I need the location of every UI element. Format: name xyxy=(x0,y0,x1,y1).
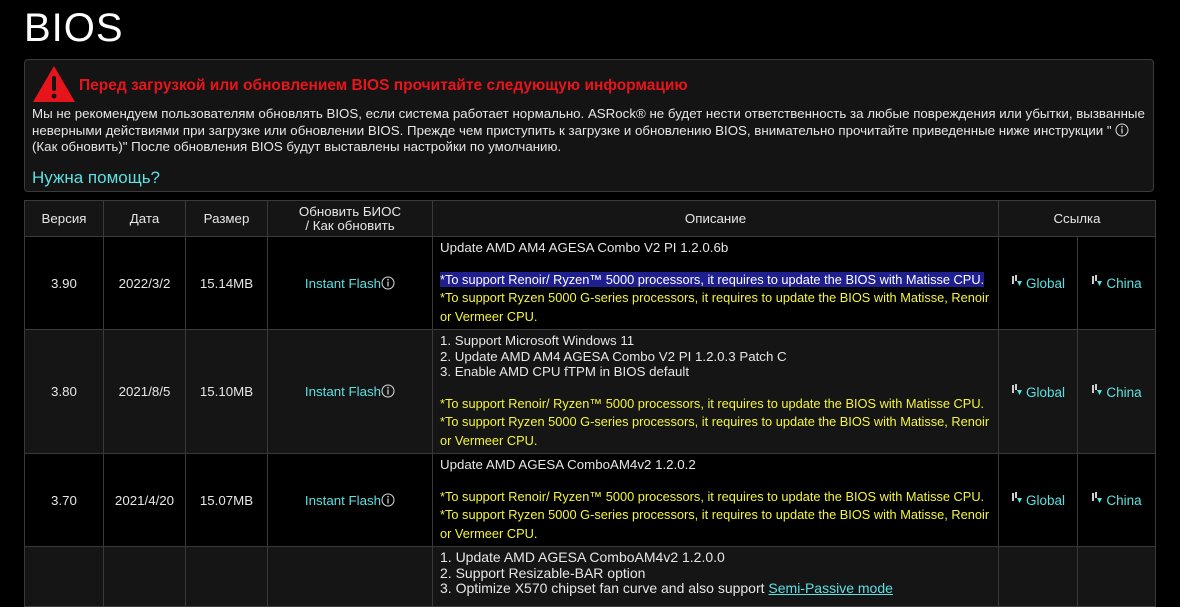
global-cell: Global xyxy=(998,329,1078,454)
description-cell: Update AMD AM4 AGESA Combo V2 PI 1.2.0.6… xyxy=(432,236,999,330)
description-line: 1. Update AMD AGESA ComboAM4v2 1.2.0.0 xyxy=(440,549,725,565)
description-cell: 1. Update AMD AGESA ComboAM4v2 1.2.0.0 2.… xyxy=(432,546,999,607)
date-cell: 2021/4/20 xyxy=(103,453,186,547)
update-cell xyxy=(267,546,433,607)
download-icon xyxy=(1092,275,1103,286)
support-note-text: *To support Ryzen 5000 G-series processo… xyxy=(440,290,990,324)
info-icon[interactable] xyxy=(1115,123,1129,137)
table-row: 1. Update AMD AGESA ComboAM4v2 1.2.0.0 2.… xyxy=(24,546,1156,607)
table-row: 3.90 2022/3/2 15.14MB Instant Flash Upda… xyxy=(24,236,1156,330)
header-version: Версия xyxy=(24,200,104,237)
download-china-link[interactable]: China xyxy=(1106,276,1141,291)
description-line: Update AMD AM4 AGESA Combo V2 PI 1.2.0.6… xyxy=(440,240,729,255)
description-cell: Update AMD AGESA ComboAM4v2 1.2.0.2 *To s… xyxy=(432,453,999,547)
description-line: 1. Support Microsoft Windows 11 xyxy=(440,333,635,348)
global-cell xyxy=(998,546,1078,607)
download-china-link[interactable]: China xyxy=(1106,493,1141,508)
support-note-text: *To support Renoir/ Ryzen™ 5000 processo… xyxy=(440,488,985,504)
download-icon xyxy=(1011,275,1022,286)
warning-text-part: Мы не рекомендуем пользователям обновлят… xyxy=(32,106,1145,138)
table-row: 3.80 2021/8/5 15.10MB Instant Flash 1. S… xyxy=(24,329,1156,454)
china-cell: China xyxy=(1077,329,1156,454)
support-note: *To support Renoir/ Ryzen™ 5000 processo… xyxy=(440,271,991,290)
support-note: *To support Renoir/ Ryzen™ 5000 processo… xyxy=(440,395,991,414)
support-note-text: *To support Ryzen 5000 G-series processo… xyxy=(440,414,990,448)
date-cell: 2022/3/2 xyxy=(103,236,186,330)
support-note-text: *To support Ryzen 5000 G-series processo… xyxy=(440,507,990,541)
download-icon xyxy=(1092,492,1103,503)
size-cell: 15.14MB xyxy=(185,236,268,330)
version-cell: 3.70 xyxy=(24,453,104,547)
header-update-line2: / Как обновить xyxy=(305,217,395,233)
description-line: 2. Support Resizable-BAR option xyxy=(440,564,646,581)
support-note: *To support Ryzen 5000 G-series processo… xyxy=(440,506,991,543)
info-icon[interactable] xyxy=(381,384,395,398)
description-line: 3. Optimize X570 chipset fan curve and a… xyxy=(440,580,769,596)
download-china-link[interactable]: China xyxy=(1106,385,1141,400)
size-cell: 15.10MB xyxy=(185,329,268,454)
warning-triangle-icon xyxy=(33,66,75,102)
size-cell xyxy=(185,546,268,607)
info-icon[interactable] xyxy=(381,493,395,507)
header-description: Описание xyxy=(432,200,999,237)
header-link: Ссылка xyxy=(998,200,1156,237)
header-update-line1: Обновить БИОС xyxy=(298,203,402,219)
version-cell: 3.90 xyxy=(24,236,104,330)
global-cell: Global xyxy=(998,236,1078,330)
version-cell: 3.80 xyxy=(24,329,104,454)
semi-passive-mode-link[interactable]: Semi-Passive mode xyxy=(768,580,893,596)
support-note-text: *To support Renoir/ Ryzen™ 5000 processo… xyxy=(440,395,985,411)
warning-text: Мы не рекомендуем пользователям обновлят… xyxy=(32,106,1147,156)
download-global-link[interactable]: Global xyxy=(1026,493,1065,508)
support-note: *To support Ryzen 5000 G-series processo… xyxy=(440,289,991,326)
date-cell: 2021/8/5 xyxy=(103,329,186,454)
bios-table: Версия Дата Размер Обновить БИОС / Как об… xyxy=(24,200,1156,607)
global-cell: Global xyxy=(998,453,1078,547)
download-global-link[interactable]: Global xyxy=(1026,276,1065,291)
version-cell xyxy=(24,546,104,607)
update-cell: Instant Flash xyxy=(267,329,433,454)
need-help-link[interactable]: Нужна помощь? xyxy=(32,168,160,188)
description-line: 2. Update AMD AM4 AGESA Combo V2 PI 1.2.… xyxy=(440,348,787,364)
instant-flash-link[interactable]: Instant Flash xyxy=(305,276,381,291)
support-note-text: *To support Renoir/ Ryzen™ 5000 processo… xyxy=(440,271,985,287)
table-row: 3.70 2021/4/20 15.07MB Instant Flash Upd… xyxy=(24,453,1156,547)
description-line: Update AMD AGESA ComboAM4v2 1.2.0.2 xyxy=(440,457,696,472)
page-title: BIOS xyxy=(24,6,124,50)
china-cell: China xyxy=(1077,236,1156,330)
bios-warning-notice: Перед загрузкой или обновлением BIOS про… xyxy=(24,59,1154,192)
support-note: *To support Renoir/ Ryzen™ 5000 processo… xyxy=(440,488,991,507)
download-icon xyxy=(1011,383,1022,395)
update-cell: Instant Flash xyxy=(267,453,433,547)
update-cell: Instant Flash xyxy=(267,236,433,330)
download-icon xyxy=(1011,492,1022,503)
header-size: Размер xyxy=(185,200,268,237)
header-update: Обновить БИОС / Как обновить xyxy=(267,200,433,237)
china-cell: China xyxy=(1077,453,1156,547)
china-cell xyxy=(1077,546,1156,607)
warning-title: Перед загрузкой или обновлением BIOS про… xyxy=(79,77,688,94)
header-date: Дата xyxy=(103,200,186,237)
instant-flash-link[interactable]: Instant Flash xyxy=(305,384,381,399)
download-global-link[interactable]: Global xyxy=(1026,385,1065,400)
download-icon xyxy=(1092,383,1103,395)
description-line: 3. Enable AMD CPU fTPM in BIOS default xyxy=(440,364,690,379)
size-cell: 15.07MB xyxy=(185,453,268,547)
description-cell: 1. Support Microsoft Windows 11 2. Update… xyxy=(432,329,999,454)
info-icon[interactable] xyxy=(381,276,395,290)
date-cell xyxy=(103,546,186,607)
warning-text-part: (Как обновить)" После обновления BIOS бу… xyxy=(32,139,562,154)
support-note: *To support Ryzen 5000 G-series processo… xyxy=(440,413,991,450)
instant-flash-link[interactable]: Instant Flash xyxy=(305,493,381,508)
